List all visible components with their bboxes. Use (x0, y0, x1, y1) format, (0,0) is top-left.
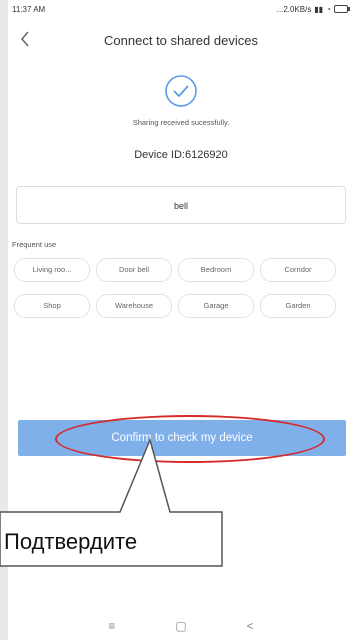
battery-icon (334, 5, 350, 13)
back-button[interactable] (14, 28, 36, 50)
success-indicator (8, 74, 354, 108)
header: Connect to shared devices (8, 18, 354, 62)
status-icons: ...2.0KB/s ▮▮ ◔ (276, 4, 350, 14)
chip-corridor[interactable]: Corridor (260, 258, 336, 282)
status-bar: 11:37 AM ...2.0KB/s ▮▮ ◔ (8, 0, 354, 18)
network-speed: ...2.0KB/s (276, 4, 312, 14)
device-name-input[interactable]: bell (16, 186, 346, 224)
chip-door-bell[interactable]: Door bell (96, 258, 172, 282)
success-message: Sharing received sucessfully. (132, 118, 230, 127)
check-circle-icon (165, 75, 197, 107)
callout-text: Подтвердите (4, 529, 138, 554)
chip-garden[interactable]: Garden (260, 294, 336, 318)
signal-icon: ▮▮ (314, 4, 324, 14)
confirm-button[interactable]: Confirm to check my device (18, 420, 346, 456)
system-nav-bar: ≡ ▢ < (8, 612, 354, 640)
chip-warehouse[interactable]: Warehouse (96, 294, 172, 318)
device-id: Device ID:6126920 (134, 149, 228, 161)
status-time: 11:37 AM (12, 4, 46, 14)
wifi-icon: ◔ (326, 4, 331, 14)
chip-bedroom[interactable]: Bedroom (178, 258, 254, 282)
back-nav-button[interactable]: < (247, 619, 254, 633)
frequent-chips: Living roo... Door bell Bedroom Corridor… (14, 258, 354, 318)
page-title: Connect to shared devices (104, 32, 258, 48)
chevron-left-icon (21, 31, 29, 47)
menu-nav-button[interactable]: ≡ (108, 619, 115, 633)
chip-garage[interactable]: Garage (178, 294, 254, 318)
frequent-use-label: Frequent use (12, 240, 57, 249)
chip-shop[interactable]: Shop (14, 294, 90, 318)
home-nav-button[interactable]: ▢ (175, 619, 186, 633)
chip-living-room[interactable]: Living roo... (14, 258, 90, 282)
